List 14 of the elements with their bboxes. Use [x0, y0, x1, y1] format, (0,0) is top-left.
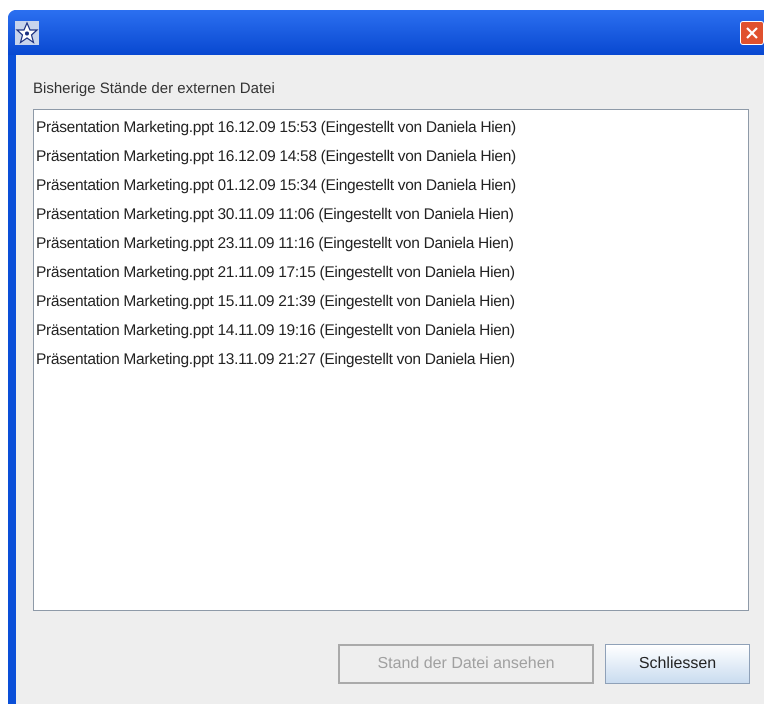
close-icon: [746, 26, 758, 38]
version-item[interactable]: Präsentation Marketing.ppt 30.11.09 11:06 (Eingestellt von Daniela Hien): [34, 200, 748, 229]
version-item[interactable]: Präsentation Marketing.ppt 16.12.09 14:58 (Eingestellt von Daniela Hien): [34, 142, 748, 171]
version-item[interactable]: Präsentation Marketing.ppt 16.12.09 15:53 (Eingestellt von Daniela Hien): [34, 113, 748, 142]
version-item[interactable]: Präsentation Marketing.ppt 23.11.09 11:16 (Eingestellt von Daniela Hien): [34, 229, 748, 258]
dialog-button[interactable]: Schliessen: [605, 644, 750, 684]
list-label: Bisherige Stände der externen Datei: [33, 80, 276, 98]
version-item[interactable]: Präsentation Marketing.ppt 14.11.09 19:16 (Eingestellt von Daniela Hien): [34, 316, 748, 345]
version-item[interactable]: Präsentation Marketing.ppt 13.11.09 21:27 (Eingestellt von Daniela Hien): [34, 345, 748, 374]
close-button[interactable]: [740, 20, 764, 44]
version-item[interactable]: Präsentation Marketing.ppt 01.12.09 15:34 (Eingestellt von Daniela Hien): [34, 171, 748, 200]
version-item[interactable]: Präsentation Marketing.ppt 21.11.09 17:15 (Eingestellt von Daniela Hien): [34, 258, 748, 287]
star-icon: [15, 20, 39, 44]
version-item[interactable]: Präsentation Marketing.ppt 15.11.09 21:39 (Eingestellt von Daniela Hien): [34, 287, 748, 316]
